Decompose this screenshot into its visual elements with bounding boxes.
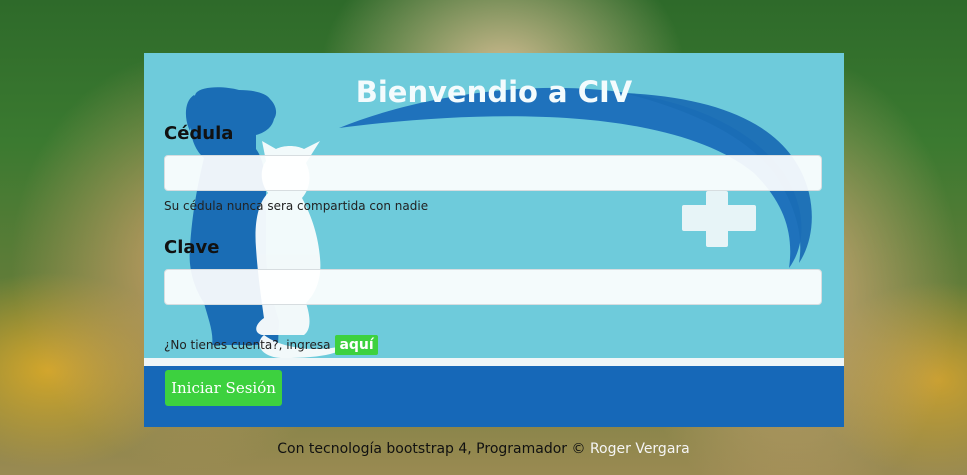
footer-author: Roger Vergara — [589, 441, 690, 457]
clave-label: Clave — [164, 237, 220, 258]
login-button[interactable]: Iniciar Sesión — [165, 370, 282, 406]
footer-text: Con tecnología bootstrap 4, Programador … — [277, 441, 586, 457]
footer: Con tecnología bootstrap 4, Programador … — [0, 441, 967, 457]
page-title: Bienvendio a CIV — [355, 75, 633, 109]
cedula-input[interactable] — [164, 155, 822, 191]
register-prompt: ¿No tienes cuenta?, ingresa aquí — [164, 335, 378, 355]
medical-cross-icon — [682, 191, 756, 247]
clave-input[interactable] — [164, 269, 822, 305]
cedula-help-text: Su cédula nunca sera compartida con nadi… — [164, 199, 429, 213]
login-card: Bienvendio a CIV Cédula Su cédula nunca … — [144, 53, 844, 427]
register-text: ¿No tienes cuenta?, ingresa — [164, 338, 331, 352]
register-link[interactable]: aquí — [335, 335, 378, 355]
cedula-label: Cédula — [164, 123, 234, 144]
